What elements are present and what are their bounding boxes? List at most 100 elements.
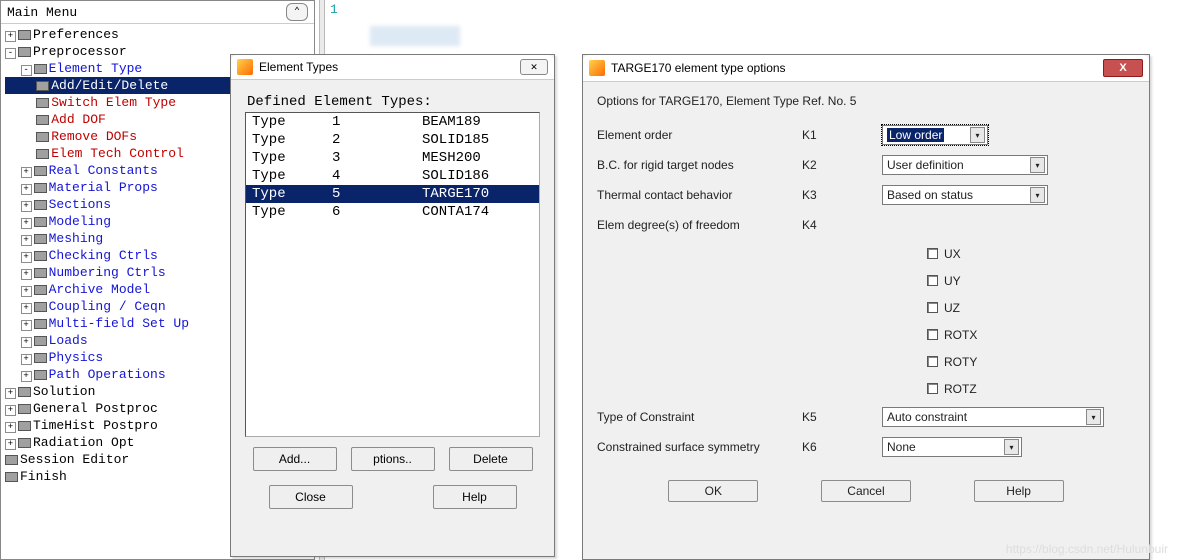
dialog-titlebar[interactable]: TARGE170 element type options X <box>583 55 1149 82</box>
tree-item-label: Switch Elem Type <box>51 95 176 110</box>
expand-icon[interactable]: + <box>21 269 32 280</box>
expand-icon[interactable]: + <box>21 354 32 365</box>
cell-num: 2 <box>332 132 422 148</box>
options-button[interactable]: ptions.. <box>351 447 435 471</box>
list-item[interactable]: Type1BEAM189 <box>246 113 539 131</box>
cell-num: 5 <box>332 186 422 202</box>
tree-item-label: Preprocessor <box>33 44 127 59</box>
checkbox-row[interactable]: UZ <box>927 294 1135 321</box>
expand-icon[interactable]: + <box>21 167 32 178</box>
expand-icon[interactable]: + <box>21 337 32 348</box>
expand-icon[interactable]: + <box>21 371 32 382</box>
close-icon[interactable]: X <box>1103 59 1143 77</box>
help-button[interactable]: Help <box>433 485 517 509</box>
close-button[interactable]: Close <box>269 485 353 509</box>
node-icon <box>36 98 49 108</box>
expand-icon[interactable]: + <box>21 218 32 229</box>
dropdown-value: None <box>887 440 916 454</box>
cancel-button[interactable]: Cancel <box>821 480 911 502</box>
expand-icon[interactable]: + <box>21 201 32 212</box>
list-item[interactable]: Type6CONTA174 <box>246 203 539 221</box>
tree-item-label: Solution <box>33 384 95 399</box>
expand-icon[interactable]: + <box>21 303 32 314</box>
tree-item-label: Path Operations <box>49 367 166 382</box>
chevron-down-icon[interactable]: ▾ <box>970 127 985 143</box>
list-item[interactable]: Type3MESH200 <box>246 149 539 167</box>
list-item[interactable]: Type5TARGE170 <box>246 185 539 203</box>
option-row: Type of ConstraintK5Auto constraint▾ <box>597 402 1135 432</box>
cell-type: Type <box>252 168 332 184</box>
node-icon <box>34 217 47 227</box>
expand-icon[interactable]: + <box>21 252 32 263</box>
expand-icon[interactable]: + <box>5 388 16 399</box>
list-item[interactable]: Type4SOLID186 <box>246 167 539 185</box>
dropdown[interactable]: Auto constraint▾ <box>882 407 1104 427</box>
expand-icon[interactable]: - <box>5 48 16 59</box>
tree-item-label: Real Constants <box>49 163 158 178</box>
collapse-icon[interactable]: ⌃ <box>286 3 308 21</box>
checkbox[interactable] <box>927 329 938 340</box>
checkbox[interactable] <box>927 383 938 394</box>
node-icon <box>36 115 49 125</box>
cell-elem: MESH200 <box>422 150 533 166</box>
chevron-down-icon[interactable]: ▾ <box>1086 409 1101 425</box>
expand-icon[interactable]: + <box>5 439 16 450</box>
node-icon <box>34 268 47 278</box>
checkbox-label: ROTY <box>944 355 977 369</box>
list-item[interactable]: Type2SOLID185 <box>246 131 539 149</box>
dropdown-value: User definition <box>887 158 964 172</box>
checkbox[interactable] <box>927 356 938 367</box>
dropdown[interactable]: User definition ▾ <box>882 155 1048 175</box>
checkbox[interactable] <box>927 248 938 259</box>
add-button[interactable]: Add... <box>253 447 337 471</box>
checkbox-row[interactable]: ROTX <box>927 321 1135 348</box>
help-button[interactable]: Help <box>974 480 1064 502</box>
tree-item-label: Material Props <box>49 180 158 195</box>
node-icon <box>34 285 47 295</box>
option-key: K3 <box>802 188 882 202</box>
expand-icon[interactable]: + <box>21 286 32 297</box>
expand-icon[interactable]: + <box>21 235 32 246</box>
dialog-title: Element Types <box>259 60 520 74</box>
checkbox-row[interactable]: ROTZ <box>927 375 1135 402</box>
editor-line-number: 1 <box>330 2 338 17</box>
option-key: K6 <box>802 440 882 454</box>
k4-key: K4 <box>802 218 882 232</box>
checkbox-row[interactable]: ROTY <box>927 348 1135 375</box>
checkbox-row[interactable]: UY <box>927 267 1135 294</box>
checkbox-label: ROTZ <box>944 382 977 396</box>
checkbox-row[interactable]: UX <box>927 240 1135 267</box>
cell-num: 6 <box>332 204 422 220</box>
cell-elem: SOLID186 <box>422 168 533 184</box>
delete-button[interactable]: Delete <box>449 447 533 471</box>
node-icon <box>34 353 47 363</box>
expand-icon[interactable]: - <box>21 65 32 76</box>
expand-icon[interactable]: + <box>21 320 32 331</box>
checkbox[interactable] <box>927 275 938 286</box>
dropdown[interactable]: Low order▾ <box>882 125 988 145</box>
chevron-down-icon[interactable]: ▾ <box>1004 439 1019 455</box>
expand-icon[interactable]: + <box>5 405 16 416</box>
cell-type: Type <box>252 204 332 220</box>
tree-item-label: Session Editor <box>20 452 129 467</box>
tree-item-label: Modeling <box>49 214 111 229</box>
ok-button[interactable]: OK <box>668 480 758 502</box>
checkbox[interactable] <box>927 302 938 313</box>
expand-icon[interactable]: + <box>5 422 16 433</box>
chevron-down-icon[interactable]: ▾ <box>1030 187 1045 203</box>
cell-elem: SOLID185 <box>422 132 533 148</box>
dialog-titlebar[interactable]: Element Types ✕ <box>231 55 554 80</box>
element-type-list[interactable]: Type1BEAM189Type2SOLID185Type3MESH200Typ… <box>245 112 540 437</box>
dropdown[interactable]: None ▾ <box>882 437 1022 457</box>
tree-item[interactable]: +Preferences <box>5 26 310 43</box>
element-types-dialog: Element Types ✕ Defined Element Types: T… <box>230 54 555 557</box>
node-icon <box>34 183 47 193</box>
chevron-down-icon[interactable]: ▾ <box>1030 157 1045 173</box>
node-icon <box>5 472 18 482</box>
tree-title: Main Menu ⌃ <box>1 1 314 24</box>
close-icon[interactable]: ✕ <box>520 59 548 75</box>
checkbox-label: UY <box>944 274 961 288</box>
expand-icon[interactable]: + <box>21 184 32 195</box>
expand-icon[interactable]: + <box>5 31 16 42</box>
dropdown[interactable]: Based on status▾ <box>882 185 1048 205</box>
